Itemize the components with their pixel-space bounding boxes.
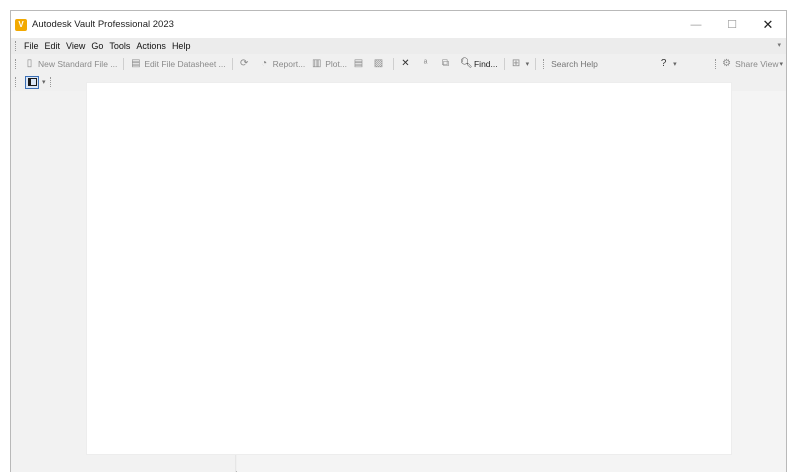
blank-dialog-panel[interactable] xyxy=(87,83,731,454)
chevron-down-icon[interactable]: ▾ xyxy=(42,78,46,86)
menubar-grip[interactable] xyxy=(15,41,18,51)
print-preview-icon: ▨ xyxy=(373,58,384,69)
refresh-icon: ⟳ xyxy=(239,58,249,69)
print-button[interactable]: ▤ xyxy=(350,58,370,69)
toolbar-separator xyxy=(535,57,537,70)
menu-file[interactable]: File xyxy=(21,41,42,51)
share-view-label: Share View xyxy=(735,58,779,69)
print-icon: ▤ xyxy=(353,58,364,69)
title-bar: V Autodesk Vault Professional 2023 — ☐ ✕ xyxy=(11,11,786,38)
report-icon: ◔ xyxy=(261,58,268,69)
copy-design-button[interactable]: ⧉ xyxy=(437,58,457,69)
toolbar-separator xyxy=(392,57,394,70)
maximize-button[interactable]: ☐ xyxy=(714,11,750,38)
copy-icon: ⧉ xyxy=(441,58,450,69)
edit-file-datasheet-label: Edit File Datasheet ... xyxy=(144,58,226,69)
vault-app-icon: V xyxy=(15,18,27,31)
rename-icon: ᵃ xyxy=(423,58,428,69)
report-label: Report... xyxy=(272,58,306,69)
help-icon: ? xyxy=(660,58,667,69)
find-button[interactable]: 🔍︎ Find... xyxy=(457,58,501,69)
help-button[interactable]: ? ▾ xyxy=(655,58,680,69)
new-file-icon: ▯ xyxy=(26,58,33,69)
minimize-button[interactable]: — xyxy=(678,11,714,38)
chevron-down-icon: ▾ xyxy=(779,60,783,68)
window-controls: — ☐ ✕ xyxy=(678,11,786,38)
main-toolbar: ▯ New Standard File ... ▤ Edit File Data… xyxy=(11,54,786,73)
menu-edit[interactable]: Edit xyxy=(42,41,64,51)
window-title: Autodesk Vault Professional 2023 xyxy=(32,19,174,30)
menu-bar: File Edit View Go Tools Actions Help ▾ xyxy=(11,38,786,54)
share-view-button[interactable]: ⚙ Share View ▾ xyxy=(711,54,783,73)
delete-icon: ✕ xyxy=(401,58,410,69)
tree-view-icon: ⊞ xyxy=(511,58,521,69)
close-button[interactable]: ✕ xyxy=(750,11,786,38)
search-toolbar-grip[interactable] xyxy=(543,58,546,69)
chevron-down-icon: ▾ xyxy=(525,60,530,68)
plot-icon: ▥ xyxy=(312,58,322,69)
menu-tools[interactable]: Tools xyxy=(106,41,133,51)
layout-toolbar-end-grip xyxy=(49,77,53,87)
view-options-button[interactable]: ⊞ ▾ xyxy=(508,58,533,69)
edit-file-datasheet-button[interactable]: ▤ Edit File Datasheet ... xyxy=(127,58,228,69)
find-label: Find... xyxy=(473,58,498,69)
share-toolbar-grip xyxy=(715,58,718,69)
print-preview-button[interactable]: ▨ xyxy=(370,58,390,69)
search-help-input[interactable] xyxy=(551,57,642,70)
report-button[interactable]: ◔ Report... xyxy=(256,58,309,69)
menu-actions[interactable]: Actions xyxy=(133,41,169,51)
delete-button[interactable]: ✕ xyxy=(397,58,417,69)
refresh-button[interactable]: ⟳ xyxy=(236,58,256,69)
datasheet-icon: ▤ xyxy=(131,58,141,69)
menubar-overflow-icon[interactable]: ▾ xyxy=(777,41,781,49)
layout-pane-icon xyxy=(27,78,37,86)
menu-go[interactable]: Go xyxy=(88,41,106,51)
layout-toolbar-grip[interactable] xyxy=(15,77,18,87)
toolbar-separator xyxy=(503,57,505,70)
plot-label: Plot... xyxy=(325,58,347,69)
share-view-icon: ⚙ xyxy=(722,58,732,69)
application-window: V Autodesk Vault Professional 2023 — ☐ ✕… xyxy=(10,10,787,472)
search-icon: 🔍︎ xyxy=(459,58,473,69)
rename-button[interactable]: ᵃ xyxy=(417,58,437,69)
new-standard-file-label: New Standard File ... xyxy=(38,58,118,69)
toolbar-separator xyxy=(123,57,125,70)
layout-toggle-button[interactable] xyxy=(25,75,39,89)
new-standard-file-button[interactable]: ▯ New Standard File ... xyxy=(21,58,120,69)
menu-help[interactable]: Help xyxy=(169,41,194,51)
toolbar-separator xyxy=(231,57,233,70)
menu-view[interactable]: View xyxy=(63,41,88,51)
chevron-down-icon: ▾ xyxy=(673,60,677,68)
toolbar-grip[interactable] xyxy=(15,58,18,69)
plot-button[interactable]: ▥ Plot... xyxy=(308,58,350,69)
